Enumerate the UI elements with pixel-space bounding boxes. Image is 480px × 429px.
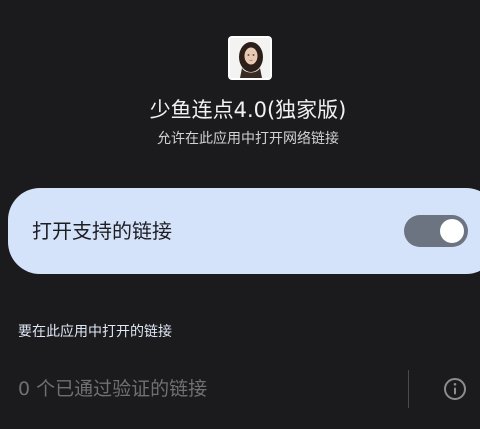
verified-links-count: 0 个已通过验证的链接: [18, 378, 208, 400]
verified-links-row[interactable]: 0 个已通过验证的链接: [0, 366, 480, 412]
open-supported-links-switch[interactable]: [404, 215, 468, 247]
open-supported-links-toggle-row[interactable]: 打开支持的链接: [8, 188, 480, 274]
app-name: 少鱼连点4.0(独家版): [149, 98, 347, 122]
links-section-heading: 要在此应用中打开的链接: [18, 324, 172, 340]
app-subtitle: 允许在此应用中打开网络链接: [157, 131, 339, 147]
open-supported-links-label: 打开支持的链接: [32, 219, 172, 243]
info-icon[interactable]: [442, 376, 468, 402]
switch-thumb: [440, 219, 464, 243]
app-photo-icon: [228, 36, 272, 80]
row-divider: [408, 370, 409, 408]
app-link-settings-screen: 少鱼连点4.0(独家版) 允许在此应用中打开网络链接 打开支持的链接 要在此应用…: [0, 0, 480, 429]
